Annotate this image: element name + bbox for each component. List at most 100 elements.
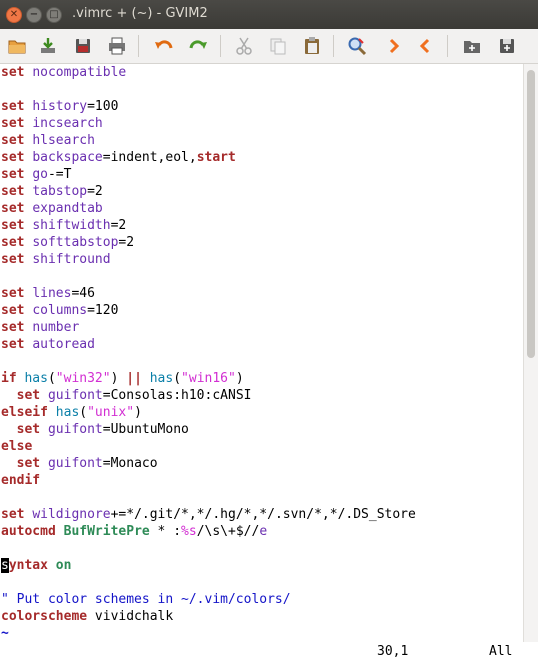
code-token: %s bbox=[181, 524, 197, 539]
code-token: guifont bbox=[47, 388, 103, 403]
code-token: =indent,eol, bbox=[102, 150, 197, 165]
code-token: ( bbox=[173, 371, 182, 386]
toolbar-separator bbox=[447, 35, 448, 57]
code-token: history bbox=[32, 99, 88, 114]
code-token: =2 bbox=[110, 218, 127, 233]
code-token: ) bbox=[235, 371, 244, 386]
code-token: else bbox=[1, 439, 33, 454]
scrollbar-thumb[interactable] bbox=[527, 70, 535, 358]
close-window-button[interactable]: ✕ bbox=[6, 7, 22, 23]
save-session-icon[interactable] bbox=[495, 34, 519, 58]
code-token: wildignore bbox=[32, 507, 111, 522]
load-session-icon[interactable] bbox=[460, 34, 484, 58]
code-token: start bbox=[196, 150, 236, 165]
code-token: expandtab bbox=[32, 201, 103, 216]
code-token: set bbox=[1, 116, 25, 131]
text-cursor: s bbox=[1, 558, 9, 573]
print-icon[interactable] bbox=[105, 34, 129, 58]
code-token: tabstop bbox=[32, 184, 88, 199]
code-token: || bbox=[126, 371, 142, 386]
code-token: ( bbox=[79, 405, 88, 420]
find-prev-icon[interactable] bbox=[413, 34, 437, 58]
find-replace-icon[interactable] bbox=[345, 34, 369, 58]
code-token: "win32" bbox=[55, 371, 111, 386]
copy-icon[interactable] bbox=[266, 34, 290, 58]
code-token: "unix" bbox=[87, 405, 135, 420]
code-token: guifont bbox=[47, 456, 103, 471]
title-bar: ✕ − □ .vimrc + (~) - GVIM2 bbox=[0, 0, 538, 29]
code-token: set bbox=[1, 252, 25, 267]
undo-icon[interactable] bbox=[152, 34, 176, 58]
find-next-icon[interactable] bbox=[382, 34, 406, 58]
code-line: set shiftround bbox=[0, 251, 523, 268]
code-line: set incsearch bbox=[0, 115, 523, 132]
gvim-window: ✕ − □ .vimrc + (~) - GVIM2 set nocompati… bbox=[0, 0, 538, 664]
code-token: -=T bbox=[47, 167, 72, 182]
save-all-icon[interactable] bbox=[71, 34, 95, 58]
code-token: set bbox=[1, 286, 25, 301]
toolbar bbox=[0, 29, 538, 64]
code-token: =UbuntuMono bbox=[102, 422, 189, 437]
code-line: elseif has("unix") bbox=[0, 404, 523, 421]
code-token: =100 bbox=[87, 99, 119, 114]
code-line: " Put color schemes in ~/.vim/colors/ bbox=[0, 591, 523, 608]
code-line: set history=100 bbox=[0, 98, 523, 115]
code-line: else bbox=[0, 438, 523, 455]
code-line: set guifont=Consolas:h10:cANSI bbox=[0, 387, 523, 404]
paste-icon[interactable] bbox=[300, 34, 324, 58]
code-line: colorscheme vividchalk bbox=[0, 608, 523, 625]
code-token: =2 bbox=[118, 235, 135, 250]
code-token: guifont bbox=[47, 422, 103, 437]
vertical-scrollbar[interactable] bbox=[523, 64, 538, 642]
code-token: nocompatible bbox=[32, 65, 127, 80]
code-token: set bbox=[1, 337, 25, 352]
code-token: =120 bbox=[87, 303, 119, 318]
code-line: set tabstop=2 bbox=[0, 183, 523, 200]
code-token: autocmd bbox=[1, 524, 56, 539]
code-line: set autoread bbox=[0, 336, 523, 353]
minimize-window-button[interactable]: − bbox=[26, 7, 42, 23]
toolbar-separator bbox=[220, 35, 221, 57]
code-line: set wildignore+=*/.git/*,*/.hg/*,*/.svn/… bbox=[0, 506, 523, 523]
maximize-window-button[interactable]: □ bbox=[46, 7, 62, 23]
code-line: set softtabstop=2 bbox=[0, 234, 523, 251]
code-line: set hlsearch bbox=[0, 132, 523, 149]
editor-text-area[interactable]: set nocompatible set history=100 set incs… bbox=[0, 64, 523, 642]
code-line: set backspace=indent,eol,start bbox=[0, 149, 523, 166]
code-token: lines bbox=[32, 286, 72, 301]
code-line: set shiftwidth=2 bbox=[0, 217, 523, 234]
code-token: /\s\+$// bbox=[196, 524, 260, 539]
code-line: if has("win32") || has("win16") bbox=[0, 370, 523, 387]
code-token: colorscheme bbox=[1, 609, 88, 624]
code-token: "win16" bbox=[181, 371, 236, 386]
code-token: elseif bbox=[1, 405, 48, 420]
code-token: on bbox=[55, 558, 72, 573]
code-line: set columns=120 bbox=[0, 302, 523, 319]
code-token: =2 bbox=[87, 184, 103, 199]
open-icon[interactable] bbox=[5, 34, 29, 58]
redo-icon[interactable] bbox=[186, 34, 210, 58]
cut-icon[interactable] bbox=[232, 34, 256, 58]
code-token: columns bbox=[32, 303, 88, 318]
code-token: if bbox=[1, 371, 17, 386]
scroll-percent: All bbox=[489, 644, 513, 659]
code-token: set bbox=[1, 218, 25, 233]
code-line: set go-=T bbox=[0, 166, 523, 183]
code-token: * : bbox=[149, 524, 182, 539]
window-title: .vimrc + (~) - GVIM2 bbox=[72, 6, 208, 21]
code-token: set bbox=[1, 65, 25, 80]
save-icon[interactable] bbox=[36, 34, 60, 58]
code-token: BufWritePre bbox=[63, 524, 150, 539]
code-token: set bbox=[1, 235, 25, 250]
code-token: endif bbox=[1, 473, 41, 488]
code-token: =Consolas:h10:cANSI bbox=[102, 388, 252, 403]
code-token: ) bbox=[134, 405, 142, 420]
